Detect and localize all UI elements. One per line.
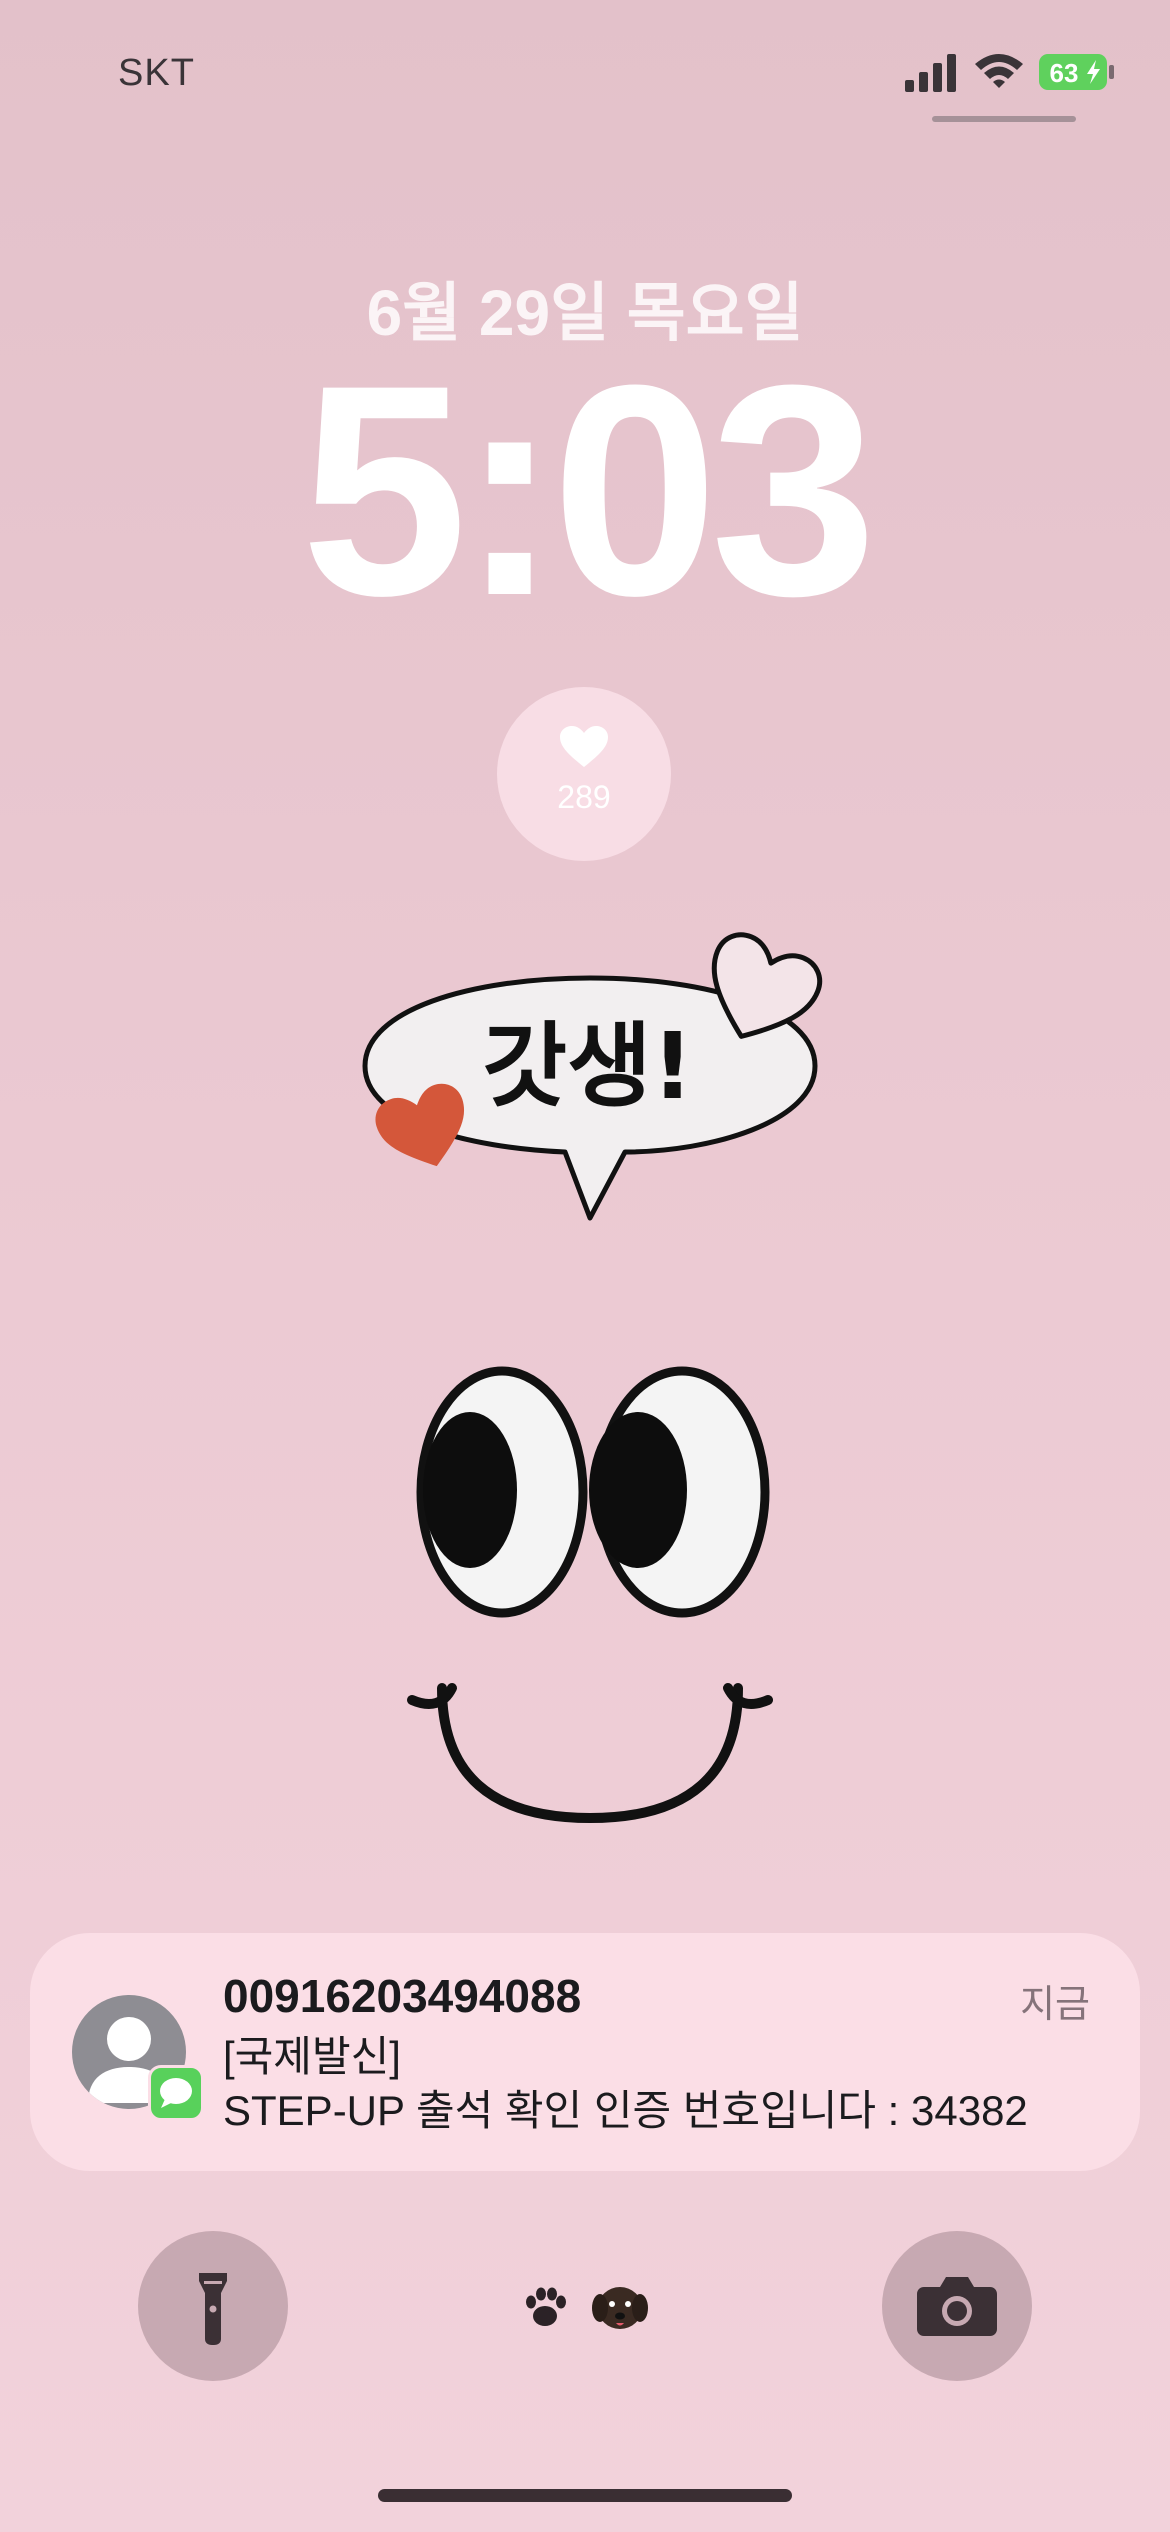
speech-bubble-text: 갓생! bbox=[482, 1013, 693, 1120]
smile bbox=[407, 1683, 773, 1824]
lock-screen-clock: 5:03 bbox=[300, 322, 877, 658]
notification-sender: 00916203494088 bbox=[223, 1970, 582, 2022]
flashlight-button[interactable] bbox=[138, 2231, 288, 2381]
camera-button[interactable] bbox=[882, 2231, 1032, 2381]
notification-time: 지금 bbox=[1020, 1984, 1090, 2026]
status-bar-indicator bbox=[932, 116, 1076, 122]
battery-icon: 63 bbox=[1039, 54, 1114, 90]
wifi-icon bbox=[975, 54, 1023, 88]
carrier-label: SKT bbox=[118, 52, 195, 94]
battery-percent: 63 bbox=[1050, 58, 1079, 88]
widget-value: 289 bbox=[557, 779, 611, 815]
heart-widget[interactable]: 289 bbox=[497, 687, 671, 861]
left-eye bbox=[416, 1366, 588, 1618]
right-eye bbox=[589, 1366, 770, 1618]
message-notification[interactable]: 00916203494088 지금 [국제발신] STEP-UP 출석 확인 인… bbox=[30, 1933, 1140, 2171]
dog-face-icon bbox=[592, 2287, 648, 2329]
notification-line-1: [국제발신] bbox=[223, 2033, 401, 2080]
emoji-decoration bbox=[526, 2287, 648, 2329]
cellular-signal-icon bbox=[905, 54, 956, 92]
flashlight-icon bbox=[199, 2273, 227, 2345]
home-indicator[interactable] bbox=[378, 2489, 792, 2502]
notification-line-2: STEP-UP 출석 확인 인증 번호입니다 : 34382 bbox=[223, 2087, 1028, 2134]
paw-icon bbox=[526, 2287, 566, 2326]
heart-icon bbox=[560, 726, 608, 767]
camera-icon bbox=[917, 2277, 997, 2336]
messages-icon bbox=[148, 2065, 204, 2121]
wallpaper-illustration: 갓생! bbox=[362, 932, 823, 1824]
